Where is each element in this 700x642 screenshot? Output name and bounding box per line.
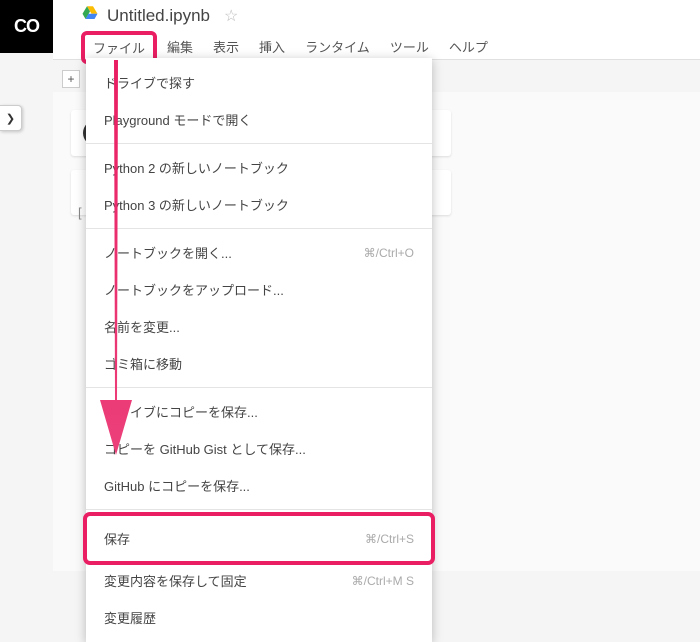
menu-separator — [86, 228, 432, 229]
menu-item-label: 変更履歴 — [104, 608, 156, 627]
menu-item-label: 変更内容を保存して固定 — [104, 571, 247, 590]
menu-separator — [86, 143, 432, 144]
shortcut-label: ⌘/Ctrl+O — [364, 246, 414, 260]
shortcut-label: ⌘/Ctrl+S — [365, 532, 414, 546]
menu-item-label: GitHub にコピーを保存... — [104, 476, 250, 495]
menu-save-and-pin[interactable]: 変更内容を保存して固定 ⌘/Ctrl+M S — [86, 562, 432, 599]
file-menu-dropdown: ドライブで探す Playground モードで開く Python 2 の新しいノ… — [86, 58, 432, 642]
menu-separator — [86, 509, 432, 510]
chevron-right-icon: ❯ — [6, 112, 15, 125]
menu-save-copy-gist[interactable]: コピーを GitHub Gist として保存... — [86, 430, 432, 467]
menu-item-label: ゴミ箱に移動 — [104, 354, 182, 373]
menu-separator — [86, 387, 432, 388]
menu-item-label: 名前を変更... — [104, 317, 180, 336]
plus-icon: + — [67, 72, 74, 86]
menu-move-to-trash[interactable]: ゴミ箱に移動 — [86, 345, 432, 382]
menu-item-label: 保存 — [104, 529, 130, 548]
menu-item-label: ドライブで探す — [104, 73, 195, 92]
logo-text: CO — [14, 16, 39, 37]
star-icon[interactable]: ☆ — [224, 6, 238, 26]
menu-item-label: コピーを GitHub Gist として保存... — [104, 439, 306, 458]
document-title[interactable]: Untitled.ipynb — [107, 6, 210, 26]
menu-save-copy-drive[interactable]: ドライブにコピーを保存... — [86, 393, 432, 430]
menu-help[interactable]: ヘルプ — [439, 31, 498, 64]
add-cell-button[interactable]: + — [62, 70, 80, 88]
menu-open-playground[interactable]: Playground モードで開く — [86, 101, 432, 138]
sidebar-expand-button[interactable]: ❯ — [0, 105, 22, 131]
menu-item-label: ドライブにコピーを保存... — [104, 402, 258, 421]
menu-item-label: Playground モードで開く — [104, 110, 251, 129]
cell-bracket: [ — [78, 205, 82, 220]
menu-item-label: ノートブックをアップロード... — [104, 280, 284, 299]
google-drive-icon — [81, 4, 99, 27]
menu-item-label: Python 2 の新しいノートブック — [104, 158, 289, 177]
colab-logo: CO — [0, 0, 53, 53]
menu-save[interactable]: 保存 ⌘/Ctrl+S — [86, 515, 432, 562]
menu-revision-history[interactable]: 変更履歴 — [86, 599, 432, 636]
shortcut-label: ⌘/Ctrl+M S — [352, 574, 414, 588]
menu-item-label: Python 3 の新しいノートブック — [104, 195, 289, 214]
header: Untitled.ipynb ☆ ファイル 編集 表示 挿入 ランタイム ツール… — [53, 0, 700, 60]
menu-new-py3-notebook[interactable]: Python 3 の新しいノートブック — [86, 186, 432, 223]
menu-new-py2-notebook[interactable]: Python 2 の新しいノートブック — [86, 149, 432, 186]
menu-upload-notebook[interactable]: ノートブックをアップロード... — [86, 271, 432, 308]
menu-rename[interactable]: 名前を変更... — [86, 308, 432, 345]
menu-locate-in-drive[interactable]: ドライブで探す — [86, 64, 432, 101]
title-row: Untitled.ipynb ☆ — [53, 0, 700, 27]
menu-save-copy-github[interactable]: GitHub にコピーを保存... — [86, 467, 432, 504]
menu-item-label: ノートブックを開く... — [104, 243, 232, 262]
menu-open-notebook[interactable]: ノートブックを開く... ⌘/Ctrl+O — [86, 234, 432, 271]
